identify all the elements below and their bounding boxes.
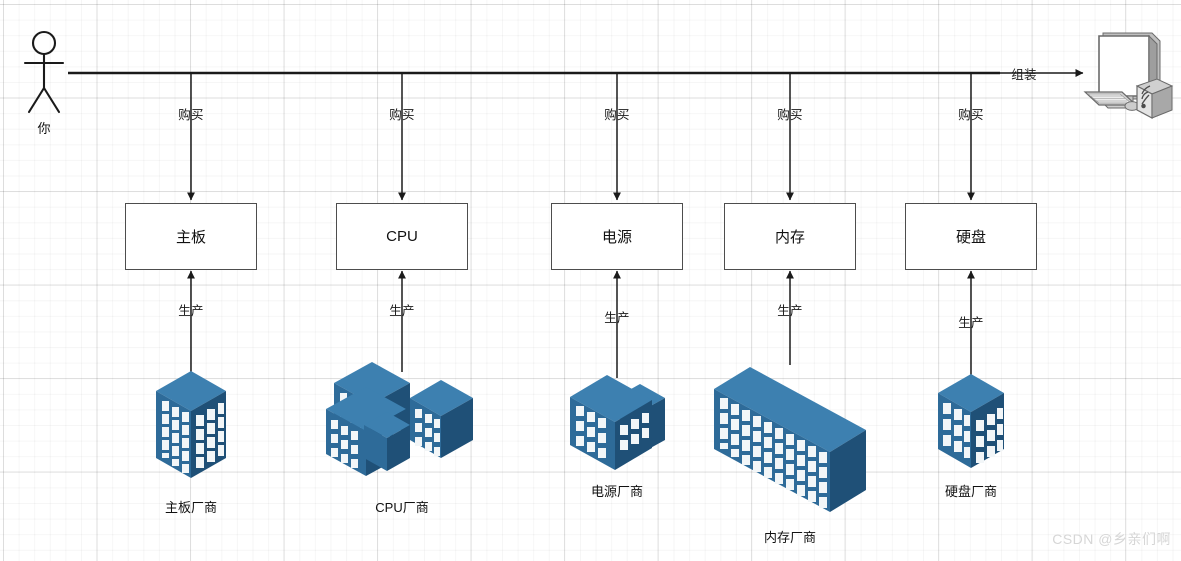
maker-label-4: 硬盘厂商 (944, 484, 998, 499)
component-box-label: 硬盘 (955, 229, 986, 246)
diagram-vector-layer (23, 30, 1174, 512)
component-box-label: 内存 (774, 229, 805, 246)
component-box-3[interactable]: 内存 (724, 203, 856, 270)
office-complex-icon (326, 362, 473, 476)
make-label-0: 生产 (178, 304, 204, 318)
make-label-3: 生产 (777, 304, 803, 318)
component-box-0[interactable]: 主板 (125, 203, 257, 270)
maker-label-0: 主板厂商 (164, 500, 218, 515)
buy-label-2: 购买 (604, 108, 630, 122)
assemble-label: 组装 (1011, 68, 1037, 82)
buy-label-1: 购买 (389, 108, 415, 122)
buy-label-0: 购买 (178, 108, 204, 122)
component-box-label: 电源 (601, 229, 632, 246)
desktop-computer-icon (1083, 32, 1174, 119)
actor-label: 你 (37, 121, 51, 136)
long-factory-icon (714, 367, 866, 512)
component-box-label: 主板 (175, 229, 206, 246)
buy-label-4: 购买 (958, 108, 984, 122)
maker-label-2: 电源厂商 (590, 484, 644, 499)
stick-figure-icon (23, 30, 65, 114)
make-label-4: 生产 (958, 316, 984, 330)
office-tower-icon (156, 371, 226, 478)
component-box-2[interactable]: 电源 (551, 203, 683, 270)
make-label-2: 生产 (604, 311, 630, 325)
small-office-icon (938, 374, 1004, 468)
watermark: CSDN @乡亲们啊 (1052, 531, 1171, 547)
office-building-icon (570, 375, 665, 470)
component-box-4[interactable]: 硬盘 (905, 203, 1037, 270)
component-box-1[interactable]: CPU (336, 203, 468, 270)
maker-label-3: 内存厂商 (763, 530, 817, 545)
maker-label-1: CPU厂商 (375, 500, 429, 515)
component-box-label: CPU (386, 228, 418, 245)
make-label-1: 生产 (389, 304, 415, 318)
buy-label-3: 购买 (777, 108, 803, 122)
